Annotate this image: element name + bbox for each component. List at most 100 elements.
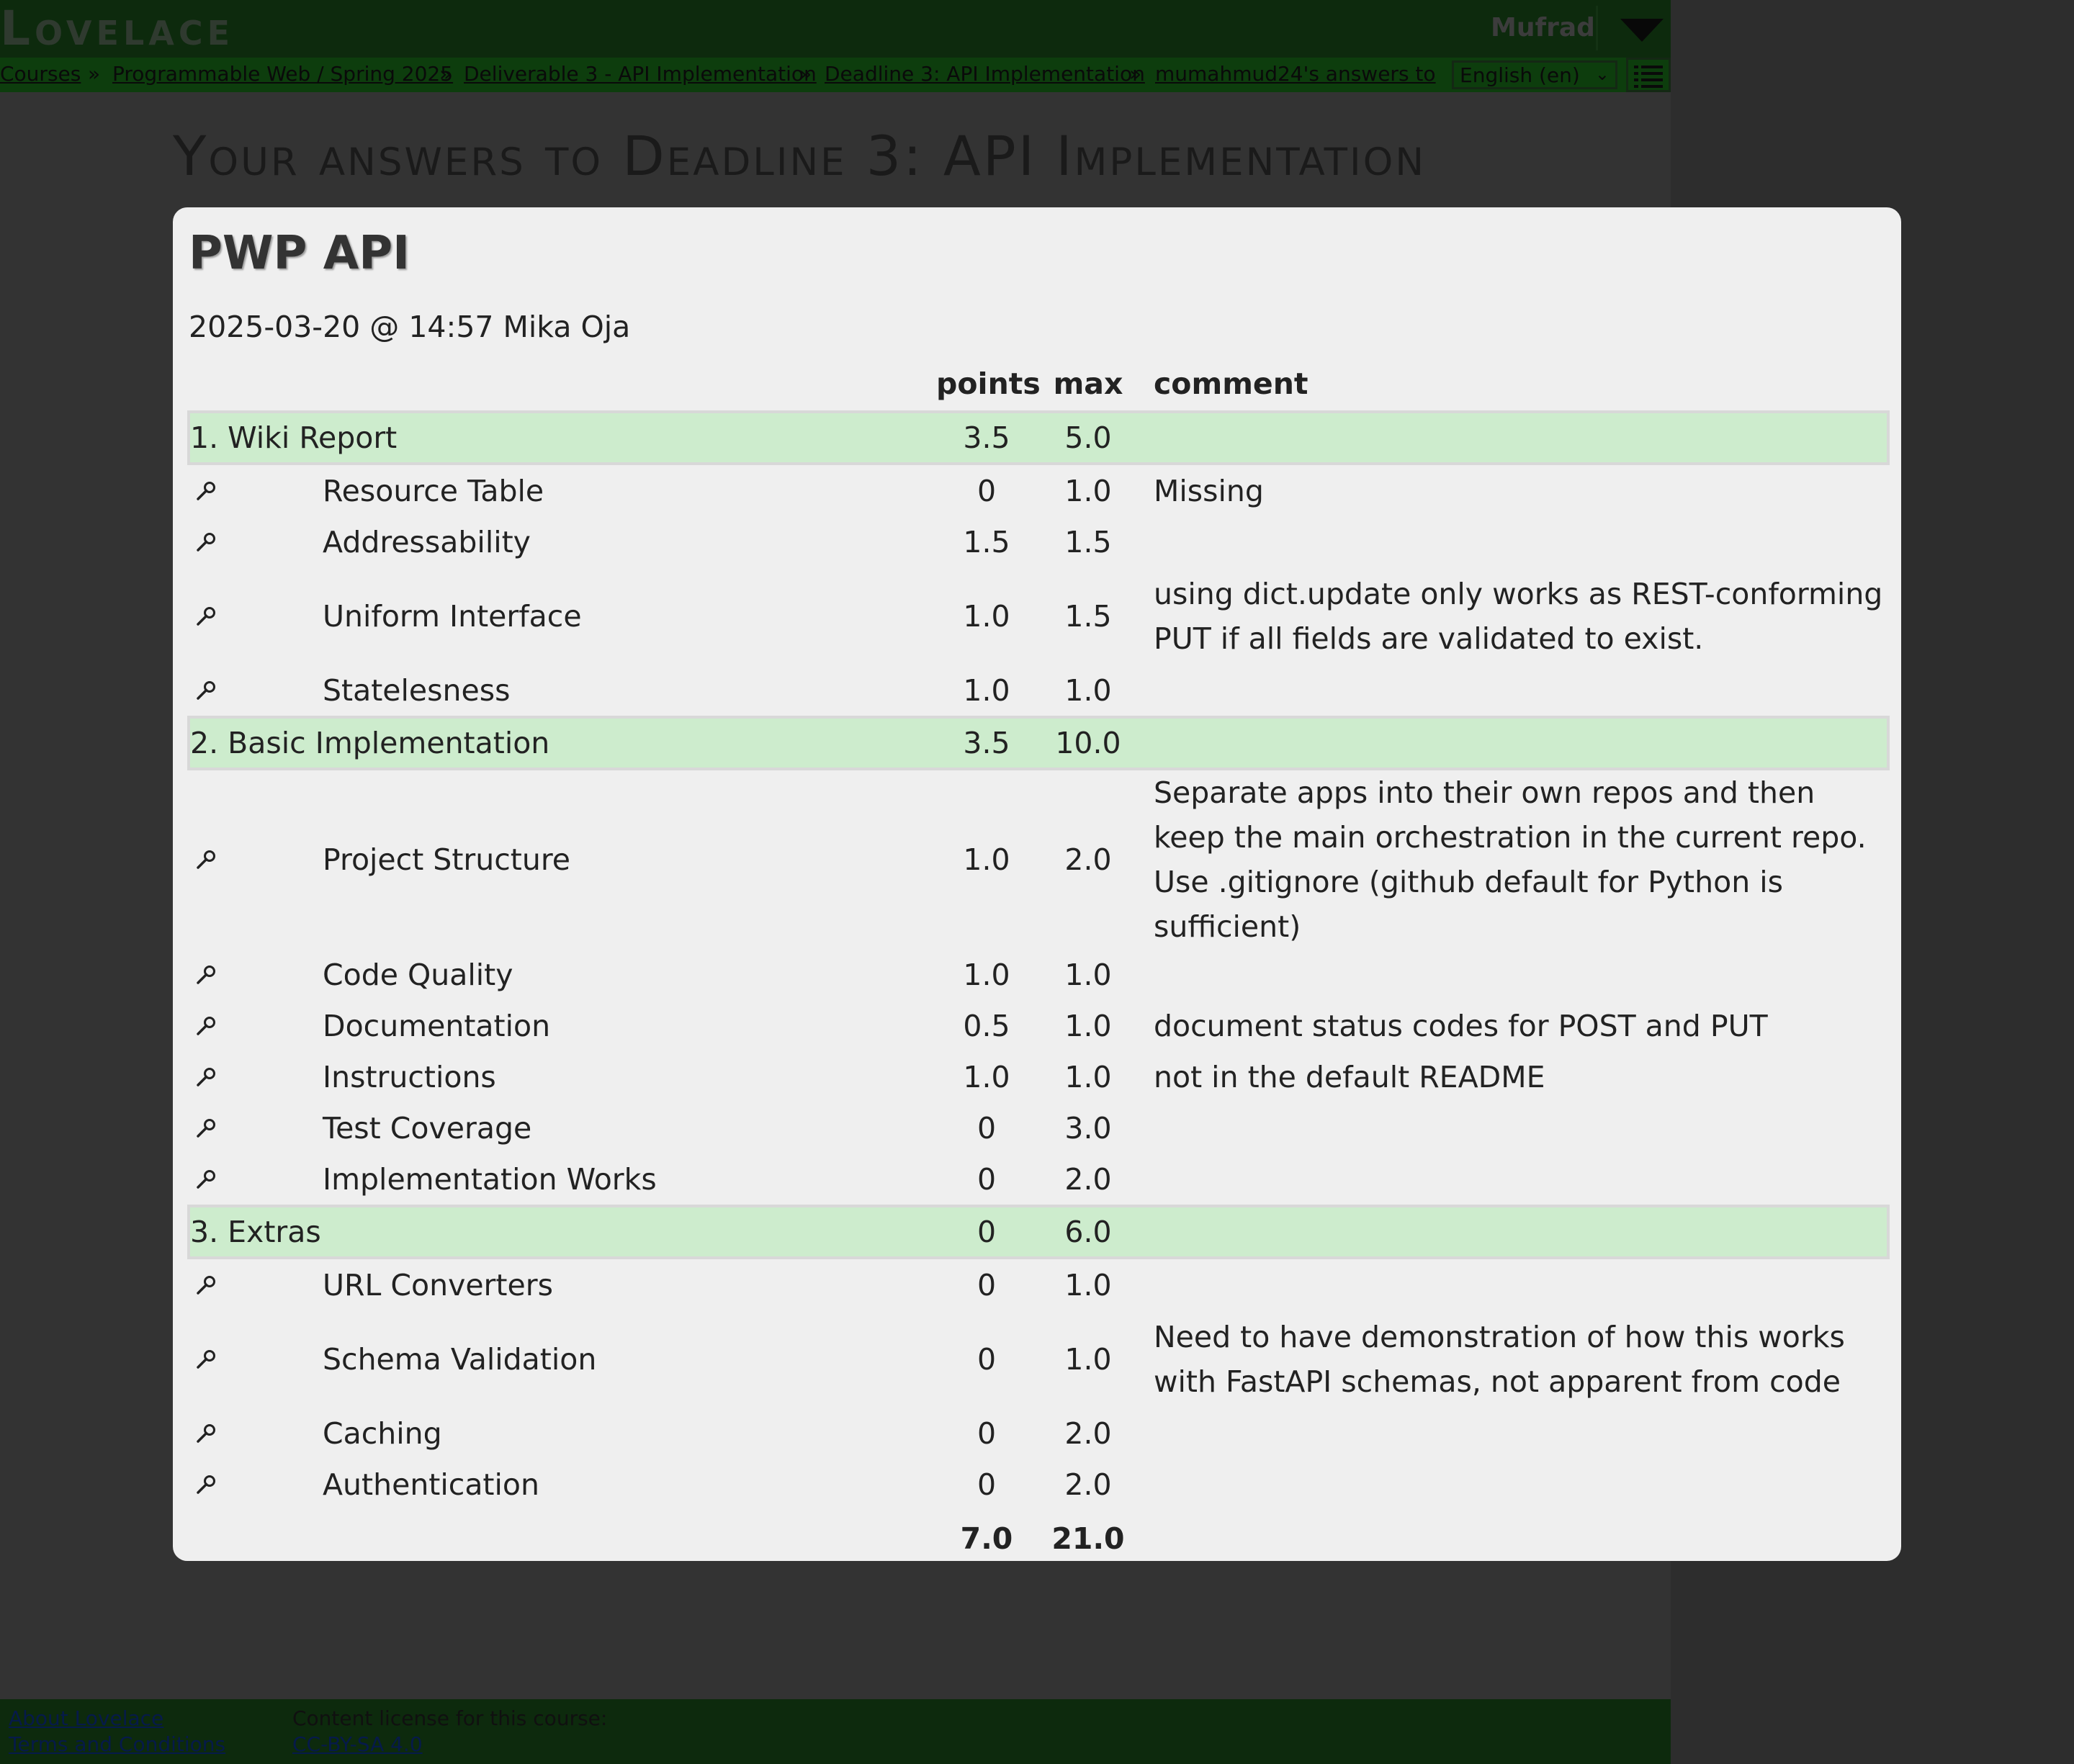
section-max: 5.0 <box>1037 410 1139 465</box>
breadcrumb-courses[interactable]: Courses <box>0 62 81 86</box>
caret-down-icon[interactable] <box>1620 19 1664 42</box>
item-icon-cell[interactable] <box>189 1258 223 1310</box>
item-icon-cell[interactable] <box>189 1459 223 1510</box>
item-name: Test Coverage <box>323 1110 532 1146</box>
item-max: 1.0 <box>1064 473 1112 508</box>
item-max: 1.0 <box>1064 1341 1112 1377</box>
item-points: 0 <box>977 1341 997 1377</box>
total-blank <box>223 1510 936 1567</box>
magnifier-icon <box>197 965 215 984</box>
item-comment: Need to have demonstration of how this w… <box>1154 1319 1845 1399</box>
magnifier-icon <box>197 1118 215 1138</box>
total-row: 7.0 21.0 <box>189 1510 1888 1567</box>
item-points: 0.5 <box>963 1008 1010 1043</box>
item-icon-cell[interactable] <box>189 1102 223 1153</box>
item-points: 0 <box>977 1467 997 1502</box>
modal-title: PWP API <box>189 227 410 280</box>
magnifier-icon <box>197 680 215 700</box>
item-points: 0 <box>977 1161 997 1197</box>
section-comment <box>1139 1205 1890 1259</box>
item-points: 1.0 <box>963 1059 1010 1094</box>
section-points: 3.5 <box>936 716 1037 770</box>
site-logo[interactable]: Lovelace <box>0 3 234 55</box>
item-comment <box>1139 665 1888 717</box>
item-comment <box>1139 1408 1888 1459</box>
item-points: 0 <box>977 473 997 508</box>
license-link[interactable]: CC-BY-SA 4.0 <box>292 1732 423 1756</box>
grade-table: points max comment 1. Wiki Report 3.5 5.0 R… <box>187 357 1890 1567</box>
table-row: Documentation 0.5 1.0 document status codes… <box>189 1000 1888 1051</box>
item-comment <box>1139 516 1888 567</box>
item-points: 1.0 <box>963 598 1010 634</box>
magnifier-icon <box>197 850 215 869</box>
item-comment <box>1139 1459 1888 1510</box>
breadcrumb-deliverable[interactable]: Deliverable 3 - API Implementation <box>464 62 817 86</box>
table-row: URL Converters 0 1.0 <box>189 1258 1888 1310</box>
item-icon-cell[interactable] <box>189 1310 223 1408</box>
item-max: 2.0 <box>1064 1161 1112 1197</box>
section-points: 0 <box>936 1205 1037 1259</box>
total-blank <box>1139 1510 1888 1567</box>
terms-link[interactable]: Terms and Conditions <box>9 1732 225 1756</box>
item-icon-cell[interactable] <box>189 1051 223 1102</box>
item-name: Authentication <box>323 1467 539 1502</box>
grading-modal: PWP API 2025-03-20 @ 14:57 Mika Oja poin… <box>173 207 1901 1561</box>
section-max: 10.0 <box>1037 716 1139 770</box>
item-icon-cell[interactable] <box>189 567 223 665</box>
item-points: 1.0 <box>963 842 1010 877</box>
total-blank <box>189 1510 223 1567</box>
license-label: Content license for this course: <box>292 1706 608 1730</box>
list-menu-icon <box>1634 66 1663 88</box>
section-name: 1. Wiki Report <box>187 410 936 465</box>
item-comment <box>1139 1258 1888 1310</box>
section-row: 3. Extras 0 6.0 <box>187 1205 1890 1259</box>
language-selected: English (en) <box>1460 63 1580 87</box>
breadcrumb-separator: » <box>799 62 812 86</box>
table-row: Statelesness 1.0 1.0 <box>189 665 1888 717</box>
user-name[interactable]: Mufrad <box>1491 13 1595 42</box>
breadcrumb-deadline[interactable]: Deadline 3: API Implementation <box>825 62 1145 86</box>
item-max: 2.0 <box>1064 842 1112 877</box>
item-icon-cell[interactable] <box>189 665 223 717</box>
table-row: Implementation Works 0 2.0 <box>189 1153 1888 1206</box>
header-points: points <box>936 366 1041 401</box>
item-icon-cell[interactable] <box>189 949 223 1000</box>
item-name: URL Converters <box>323 1267 553 1302</box>
language-select[interactable]: English (en) ⌄ <box>1452 60 1617 89</box>
section-name: 3. Extras <box>187 1205 936 1259</box>
about-link[interactable]: About Lovelace <box>9 1706 163 1730</box>
item-name: Caching <box>323 1416 442 1451</box>
section-max: 6.0 <box>1037 1205 1139 1259</box>
table-row: Test Coverage 0 3.0 <box>189 1102 1888 1153</box>
table-row: Addressability 1.5 1.5 <box>189 516 1888 567</box>
item-max: 2.0 <box>1064 1416 1112 1451</box>
item-icon-cell[interactable] <box>189 1000 223 1051</box>
grade-meta: 2025-03-20 @ 14:57 Mika Oja <box>189 310 631 344</box>
breadcrumb-course[interactable]: Programmable Web / Spring 2025 <box>112 62 453 86</box>
magnifier-icon <box>197 1275 215 1295</box>
item-icon-cell[interactable] <box>189 1408 223 1459</box>
top-bar: Lovelace Mufrad <box>0 0 1671 58</box>
item-name: Instructions <box>323 1059 496 1094</box>
table-header: points max comment <box>189 357 1888 412</box>
magnifier-icon <box>197 1016 215 1035</box>
item-name: Resource Table <box>323 473 544 508</box>
item-icon-cell[interactable] <box>189 1153 223 1206</box>
item-icon-cell[interactable] <box>189 464 223 516</box>
section-comment <box>1139 410 1890 465</box>
header-blank <box>223 357 936 412</box>
item-name: Statelesness <box>323 672 511 708</box>
breadcrumb-answers[interactable]: mumahmud24's answers to <box>1155 62 1436 86</box>
item-max: 2.0 <box>1064 1467 1112 1502</box>
item-icon-cell[interactable] <box>189 769 223 949</box>
breadcrumb-separator: » <box>88 62 101 86</box>
item-name: Uniform Interface <box>323 598 582 634</box>
item-points: 0 <box>977 1416 997 1451</box>
magnifier-icon <box>197 1475 215 1494</box>
menu-toggle-button[interactable] <box>1626 58 1671 92</box>
magnifier-icon <box>197 1169 215 1189</box>
item-points: 1.0 <box>963 957 1010 992</box>
breadcrumb: Courses » Programmable Web / Spring 2025… <box>0 58 1671 92</box>
item-icon-cell[interactable] <box>189 516 223 567</box>
chevron-down-icon: ⌄ <box>1594 64 1610 84</box>
